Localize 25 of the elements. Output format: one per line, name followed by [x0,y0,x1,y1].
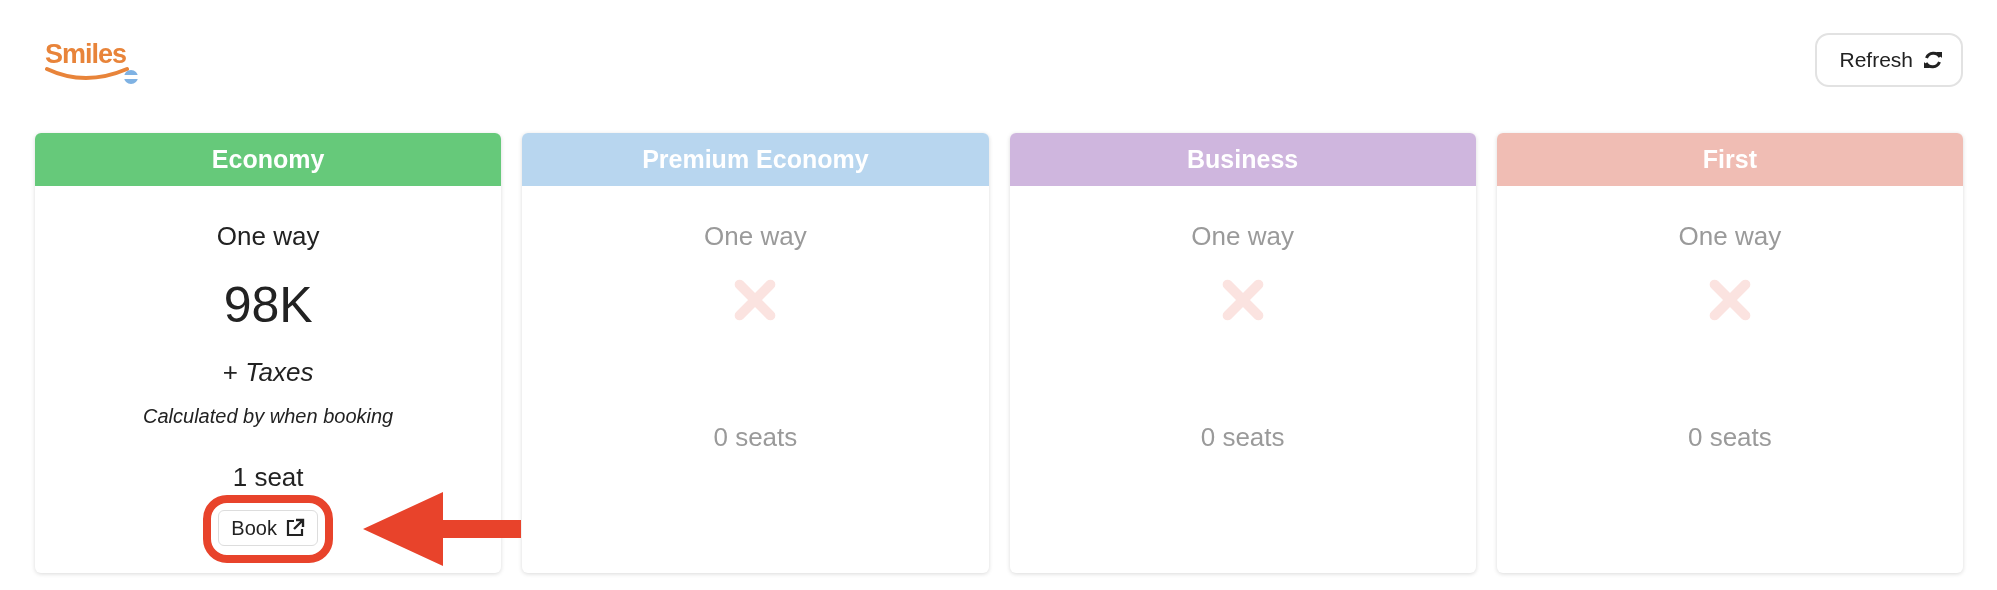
card-header: Premium Economy [522,133,989,186]
miles-price: 98K [223,276,313,335]
flag-icon [123,69,139,85]
refresh-button[interactable]: Refresh [1815,33,1963,87]
unavailable-x-icon [733,278,778,322]
trip-type: One way [1678,220,1782,252]
trip-type: One way [1191,220,1294,252]
smile-icon [45,65,129,81]
seat-count: 1 seat [232,461,304,493]
unavailable-x-icon [1220,278,1265,322]
card-header: First [1496,133,1963,186]
taxes-label: + Taxes [222,356,314,388]
trip-type: One way [216,220,320,252]
book-button[interactable]: Book [218,510,318,546]
seat-count: 0 seats [1687,421,1772,453]
card-header: Business [1009,133,1476,186]
unavailable-x-icon [1707,278,1752,322]
external-link-icon [284,518,305,538]
trip-type: One way [704,220,807,252]
seat-count: 0 seats [1200,421,1285,453]
seat-count: 0 seats [713,421,798,453]
taxes-note: Calculated by when booking [143,404,394,429]
refresh-icon [1923,50,1943,70]
card-header: Economy [35,133,502,186]
logo-text: Smiles [45,39,128,69]
